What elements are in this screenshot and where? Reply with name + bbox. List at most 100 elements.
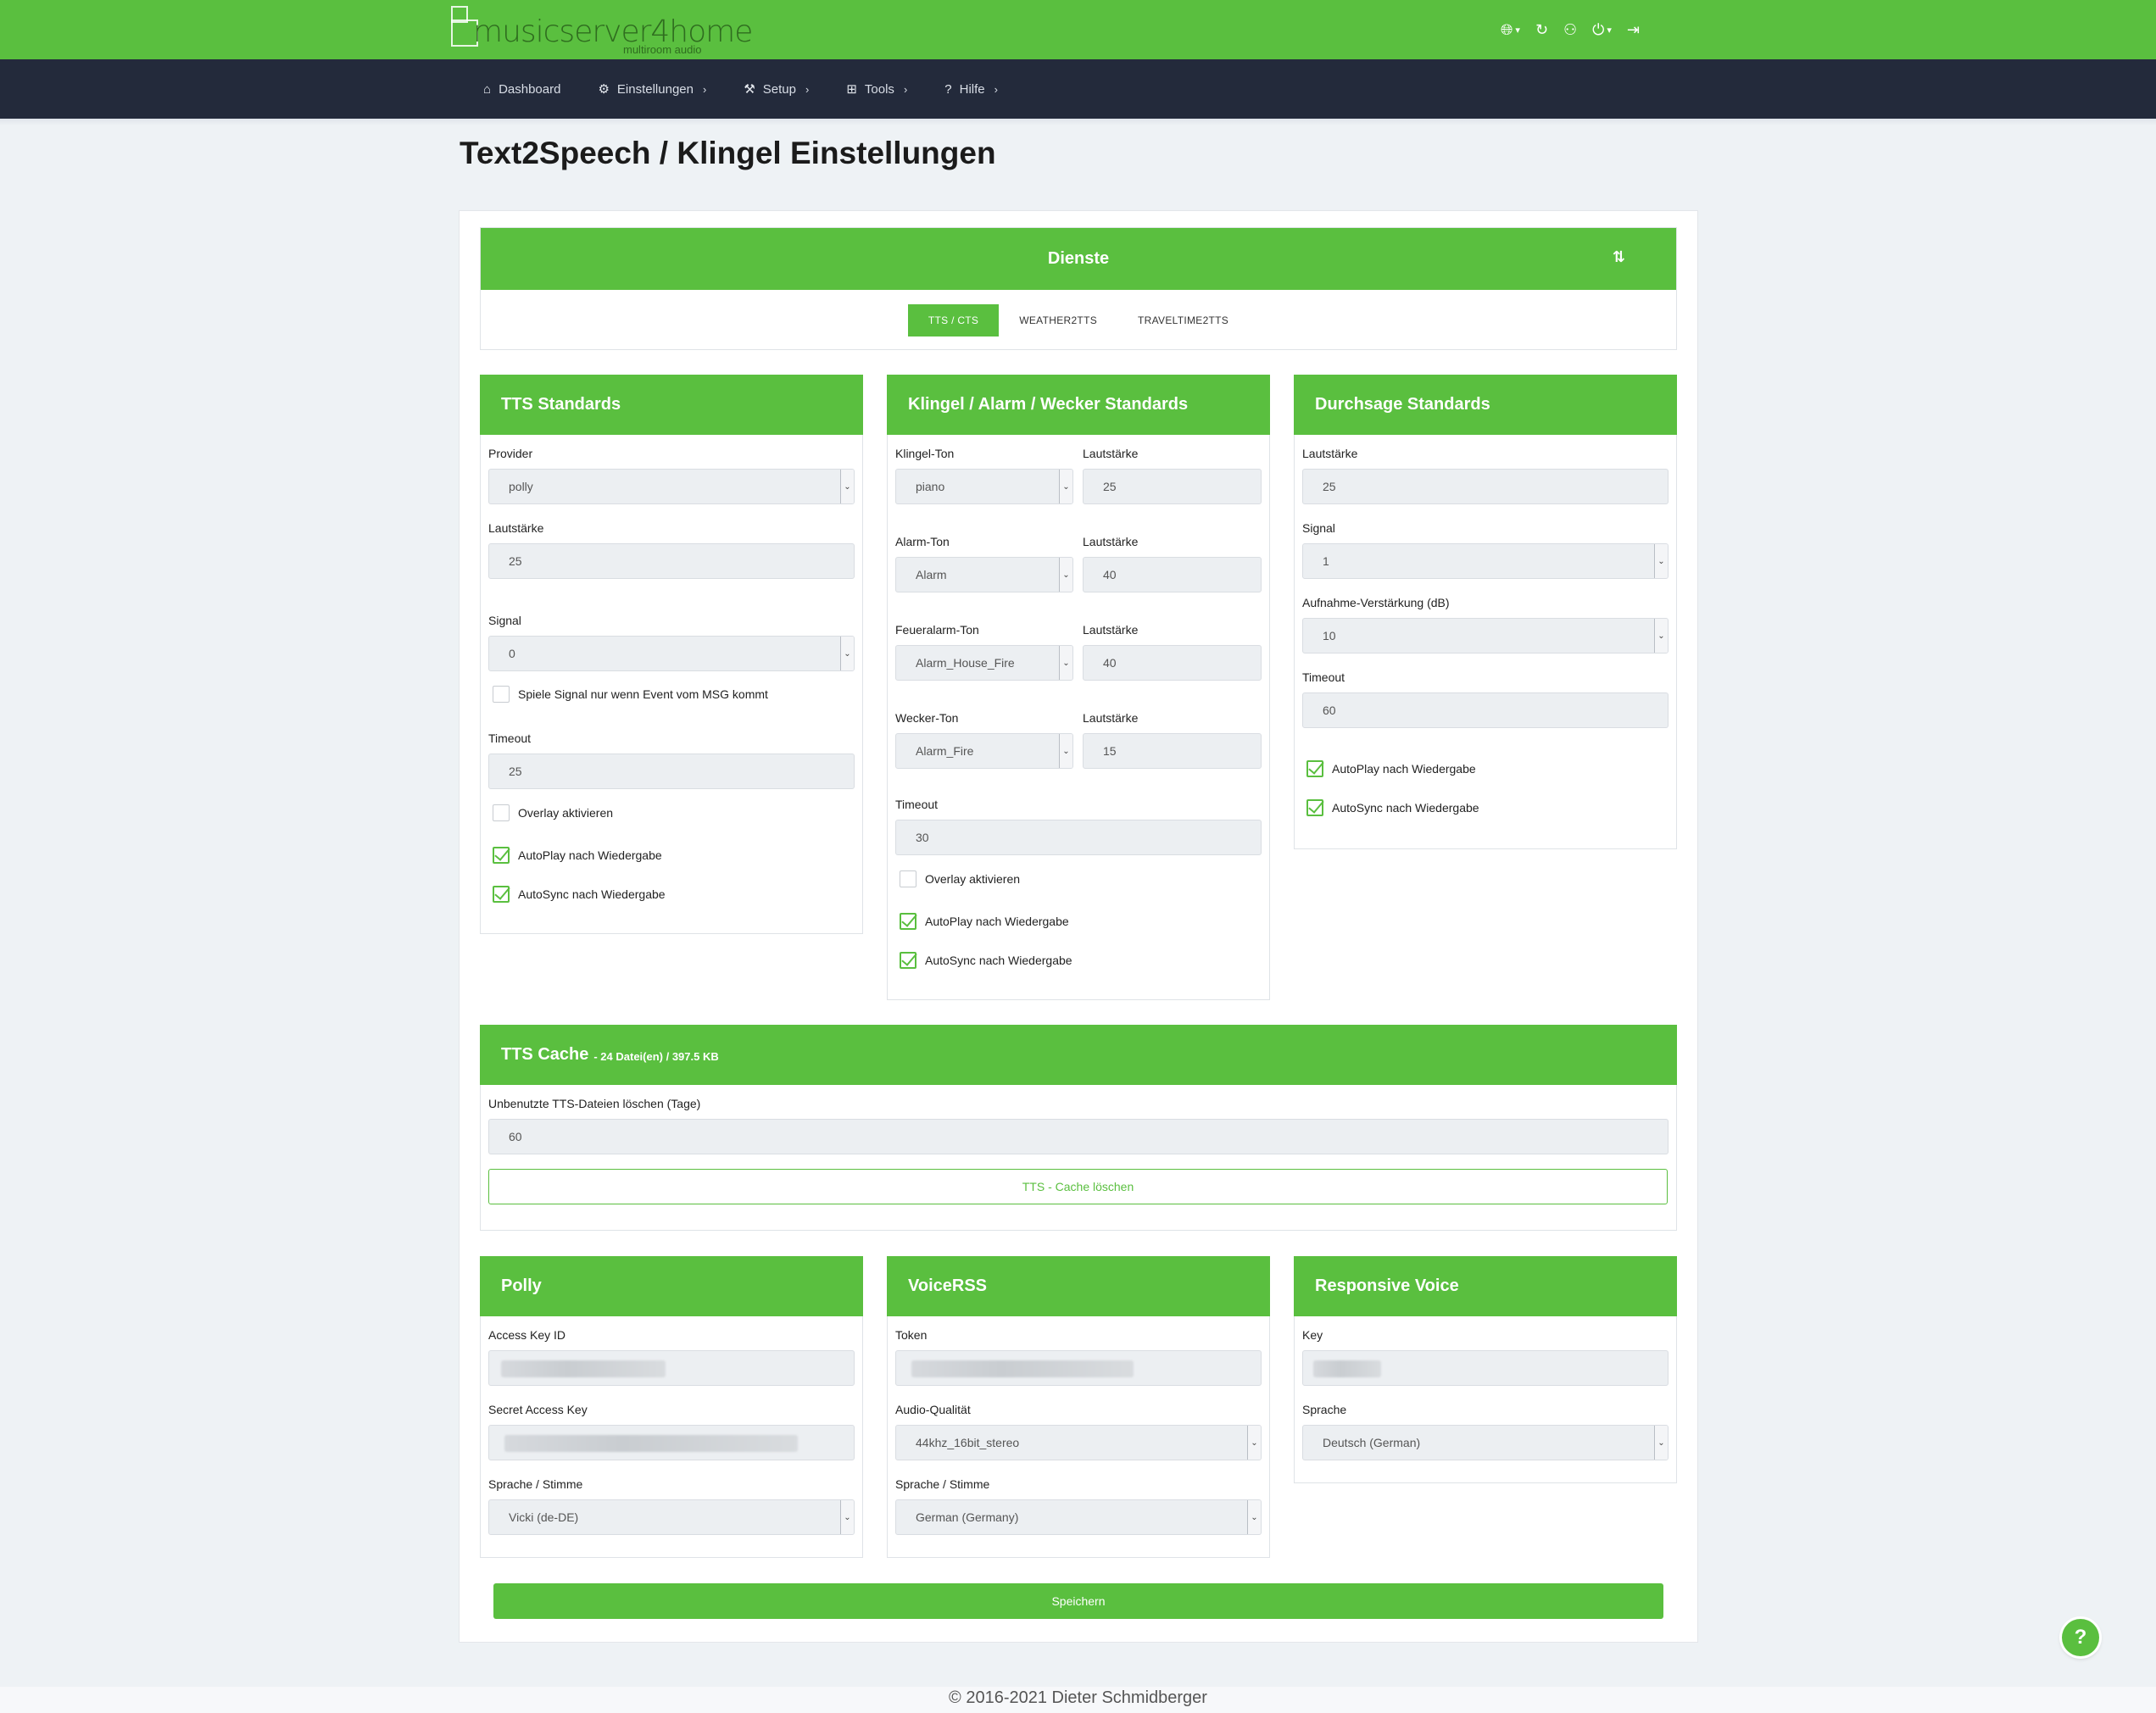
polly-voice-value: Vicki (de-DE) (509, 1510, 579, 1524)
globe-icon[interactable]: 🌐︎ ▾ (1501, 21, 1520, 39)
chevron-down-icon: ⌄ (1059, 646, 1072, 680)
footer-copyright: © 2016-2021 Dieter Schmidberger (949, 1688, 1207, 1707)
durchsage-signal-select[interactable]: 1 ⌄ (1302, 543, 1669, 579)
wecker-tone-select[interactable]: Alarm_Fire ⌄ (895, 733, 1073, 769)
audio-quality-select[interactable]: 44khz_16bit_stereo ⌄ (895, 1425, 1262, 1460)
audio-quality-value: 44khz_16bit_stereo (916, 1436, 1020, 1449)
signal-value: 0 (509, 647, 515, 660)
wrench-icon: ⚒ (744, 82, 755, 97)
autosync-checkbox[interactable]: AutoSync nach Wiedergabe (493, 886, 666, 903)
volume-label: Lautstärke (488, 521, 544, 535)
klingel-timeout-input[interactable]: 30 (895, 820, 1262, 855)
durchsage-header: Durchsage Standards (1294, 375, 1677, 435)
logout-icon[interactable]: ⇥ (1627, 21, 1640, 39)
tab-weather2tts[interactable]: WEATHER2TTS (999, 304, 1117, 336)
logo-tagline: multiroom audio (623, 43, 702, 56)
app-logo[interactable]: musicserver4home multiroom audio (449, 4, 753, 57)
durchsage-panel: Durchsage Standards Lautstärke 25 Signal… (1294, 375, 1677, 849)
klingel-panel: Klingel / Alarm / Wecker Standards Kling… (887, 375, 1270, 1000)
durchsage-signal-label: Signal (1302, 521, 1335, 535)
alarm-tone-label: Alarm-Ton (895, 535, 950, 548)
wecker-volume-input[interactable]: 15 (1083, 733, 1262, 769)
klingel-overlay-checkbox[interactable]: Overlay aktivieren (900, 870, 1020, 887)
feueralarm-tone-select[interactable]: Alarm_House_Fire ⌄ (895, 645, 1073, 681)
feueralarm-volume-label: Lautstärke (1083, 623, 1139, 637)
secret-key-input[interactable] (488, 1425, 855, 1460)
chevron-down-icon: ⌄ (1247, 1500, 1261, 1534)
tts-cache-header: TTS Cache - 24 Datei(en) / 397.5 KB (480, 1025, 1677, 1085)
audio-quality-label: Audio-Qualität (895, 1403, 971, 1416)
power-icon[interactable]: ⏻ ▾ (1592, 21, 1612, 39)
access-key-id-input[interactable] (488, 1350, 855, 1386)
volume-input[interactable]: 25 (488, 543, 855, 579)
polly-voice-label: Sprache / Stimme (488, 1477, 583, 1491)
voicerss-voice-select[interactable]: German (Germany) ⌄ (895, 1499, 1262, 1535)
durchsage-autoplay-label: AutoPlay nach Wiedergabe (1332, 762, 1476, 776)
polly-header: Polly (480, 1256, 863, 1316)
klingel-autosync-checkbox[interactable]: AutoSync nach Wiedergabe (900, 952, 1072, 969)
timeout-input[interactable]: 25 (488, 754, 855, 789)
alarm-tone-value: Alarm (916, 568, 947, 581)
autoplay-checkbox[interactable]: AutoPlay nach Wiedergabe (493, 847, 662, 864)
voicerss-voice-value: German (Germany) (916, 1510, 1019, 1524)
klingel-overlay-label: Overlay aktivieren (925, 872, 1021, 886)
provider-select[interactable]: polly ⌄ (488, 469, 855, 504)
durchsage-timeout-input[interactable]: 60 (1302, 692, 1669, 728)
access-key-id-label: Access Key ID (488, 1328, 566, 1342)
overlay-checkbox[interactable]: Overlay aktivieren (493, 804, 613, 821)
refresh-icon[interactable]: ↻ (1535, 21, 1548, 39)
nav-dashboard[interactable]: ⌂ Dashboard (483, 82, 560, 97)
chevron-right-icon: › (702, 82, 707, 96)
cache-days-input[interactable]: 60 (488, 1119, 1669, 1154)
chevron-down-icon: ⌄ (840, 637, 854, 670)
durchsage-volume-label: Lautstärke (1302, 447, 1358, 460)
nav-hilfe[interactable]: ? Hilfe › (944, 82, 998, 97)
timeout-label: Timeout (488, 731, 532, 745)
nav-setup[interactable]: ⚒ Setup › (744, 81, 809, 97)
chevron-down-icon: ⌄ (1654, 1426, 1668, 1460)
klingel-autoplay-checkbox[interactable]: AutoPlay nach Wiedergabe (900, 913, 1069, 930)
alarm-tone-select[interactable]: Alarm ⌄ (895, 557, 1073, 592)
chevron-down-icon: ⌄ (1654, 544, 1668, 578)
rv-key-input[interactable] (1302, 1350, 1669, 1386)
chevron-down-icon: ⌄ (840, 1500, 854, 1534)
page-title: Text2Speech / Klingel Einstellungen (460, 136, 996, 170)
durchsage-autoplay-checkbox[interactable]: AutoPlay nach Wiedergabe (1306, 760, 1476, 777)
feueralarm-volume-input[interactable]: 40 (1083, 645, 1262, 681)
durchsage-volume-input[interactable]: 25 (1302, 469, 1669, 504)
signal-msg-checkbox[interactable]: Spiele Signal nur wenn Event vom MSG kom… (493, 686, 768, 703)
feueralarm-tone-label: Feueralarm-Ton (895, 623, 979, 637)
tab-tts-cts[interactable]: TTS / CTS (907, 304, 1000, 336)
gain-select[interactable]: 10 ⌄ (1302, 618, 1669, 653)
tab-traveltime2tts[interactable]: TRAVELTIME2TTS (1117, 304, 1249, 336)
nav-tools[interactable]: ⊞ Tools › (846, 81, 907, 97)
help-button[interactable]: ? (2062, 1619, 2099, 1656)
klingel-autosync-label: AutoSync nach Wiedergabe (925, 954, 1072, 967)
top-icons: 🌐︎ ▾ ↻ ⚇ ⏻ ▾ ⇥ (1501, 17, 1640, 42)
klingel-tone-select[interactable]: piano ⌄ (895, 469, 1073, 504)
users-icon[interactable]: ⚇ (1563, 21, 1577, 39)
checkbox-checked (493, 886, 510, 903)
klingel-volume-input[interactable]: 25 (1083, 469, 1262, 504)
nav-tools-label: Tools (864, 81, 894, 97)
voicerss-header: VoiceRSS (887, 1256, 1270, 1316)
nav-einstellungen[interactable]: ⚙ Einstellungen › (598, 81, 706, 97)
token-label: Token (895, 1328, 928, 1342)
chevron-down-icon: ⌄ (1059, 470, 1072, 503)
signal-select[interactable]: 0 ⌄ (488, 636, 855, 671)
clear-cache-button[interactable]: TTS - Cache löschen (488, 1169, 1668, 1204)
durchsage-autosync-checkbox[interactable]: AutoSync nach Wiedergabe (1306, 799, 1479, 816)
checkbox-checked (493, 847, 510, 864)
rv-language-select[interactable]: Deutsch (German) ⌄ (1302, 1425, 1669, 1460)
polly-voice-select[interactable]: Vicki (de-DE) ⌄ (488, 1499, 855, 1535)
tts-cache-subtitle: - 24 Datei(en) / 397.5 KB (593, 1050, 719, 1063)
alarm-volume-input[interactable]: 40 (1083, 557, 1262, 592)
checkbox-checked (900, 913, 916, 930)
checkbox-checked (900, 952, 916, 969)
save-button[interactable]: Speichern (493, 1583, 1663, 1619)
sort-icon[interactable]: ⇅ (1613, 248, 1625, 266)
wecker-volume-label: Lautstärke (1083, 711, 1139, 725)
signal-msg-label: Spiele Signal nur wenn Event vom MSG kom… (518, 687, 768, 701)
klingel-header: Klingel / Alarm / Wecker Standards (887, 375, 1270, 435)
token-input[interactable] (895, 1350, 1262, 1386)
